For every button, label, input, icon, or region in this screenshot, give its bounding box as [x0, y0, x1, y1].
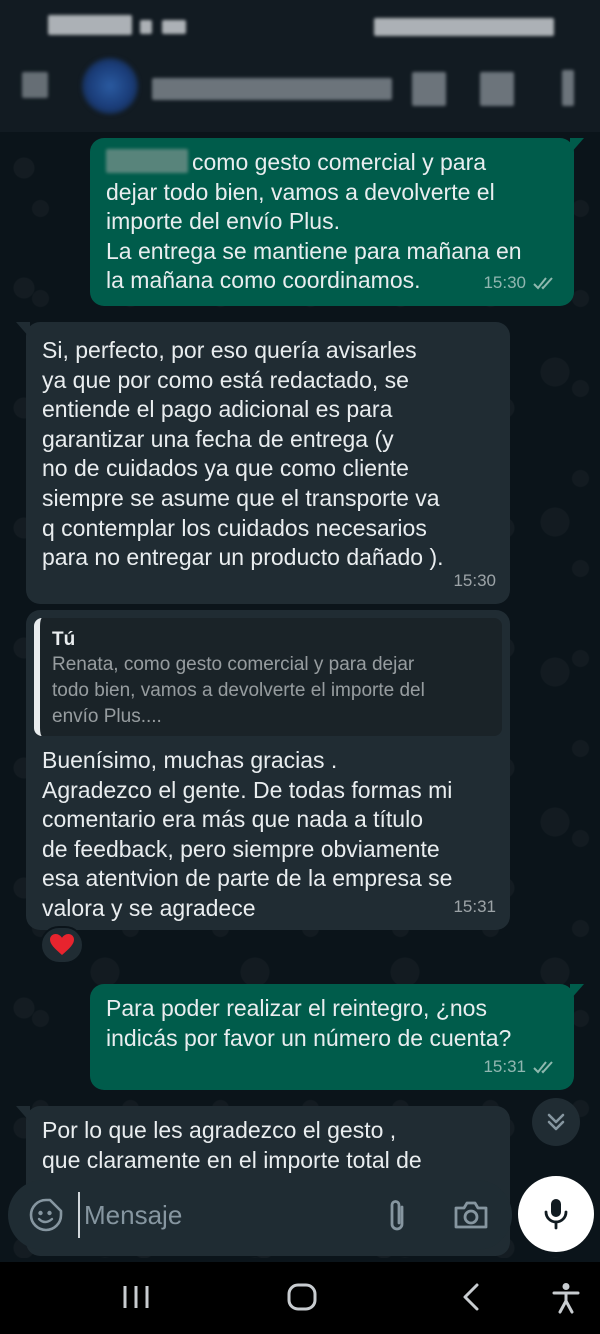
bubble-tail: [16, 322, 30, 338]
mic-icon: [544, 1199, 568, 1230]
quote-text: Renata, como gesto comercial y para deja…: [52, 654, 425, 727]
message-meta: 15:30: [453, 566, 496, 596]
chat-header: [0, 52, 600, 132]
message-text: Para poder realizar el reintegro, ¿nos i…: [106, 995, 512, 1051]
quote-author: Tú: [52, 629, 76, 650]
message-text: Buenísimo, muchas gracias . Agradezco el…: [42, 747, 453, 921]
bubble-tail: [16, 1106, 30, 1122]
message-time: 15:31: [453, 897, 496, 917]
scroll-to-bottom-button[interactable]: [532, 1098, 580, 1146]
sticker-icon[interactable]: [28, 1197, 64, 1238]
message-text: Por lo que les agradezco el gesto , que …: [42, 1117, 422, 1173]
back-arrow-icon[interactable]: [22, 72, 48, 98]
incoming-message-with-reply[interactable]: Tú Renata, como gesto comercial y para d…: [26, 610, 510, 930]
system-nav-bar: [0, 1262, 600, 1334]
heart-icon: [50, 934, 74, 955]
redacted-name: [106, 149, 188, 173]
message-time: 15:31: [483, 1057, 526, 1077]
status-bar: [0, 0, 600, 52]
status-icon-blurred: [162, 20, 186, 34]
chevron-double-down-icon: [547, 1113, 565, 1131]
back-icon[interactable]: [460, 1282, 482, 1317]
incoming-message[interactable]: Si, perfecto, por eso quería avisarles y…: [16, 322, 510, 604]
heart-reaction[interactable]: [40, 926, 84, 964]
status-icon-blurred: [140, 20, 152, 34]
camera-icon[interactable]: [452, 1197, 490, 1238]
recent-apps-icon[interactable]: [122, 1282, 150, 1317]
outgoing-message[interactable]: como gesto comercial y para dejar todo b…: [90, 138, 584, 306]
double-check-icon: [533, 277, 553, 290]
message-text: Si, perfecto, por eso quería avisarles y…: [42, 337, 444, 571]
message-meta: 15:30: [483, 268, 560, 298]
outgoing-message[interactable]: Para poder realizar el reintegro, ¿nos i…: [90, 984, 584, 1090]
contact-avatar[interactable]: [82, 58, 138, 114]
message-input[interactable]: [78, 1192, 368, 1238]
status-indicators-blurred: [374, 18, 554, 36]
message-composer[interactable]: [8, 1180, 512, 1250]
chat-area[interactable]: como gesto comercial y para dejar todo b…: [0, 132, 600, 1258]
bubble-tail: [570, 138, 584, 154]
status-time-blurred: [48, 15, 132, 35]
quoted-message[interactable]: Tú Renata, como gesto comercial y para d…: [34, 618, 502, 736]
paperclip-icon[interactable]: [382, 1197, 412, 1240]
message-meta: 15:31: [453, 892, 496, 922]
contact-name-blurred[interactable]: [152, 78, 392, 100]
double-check-icon: [533, 1061, 553, 1074]
video-call-icon[interactable]: [412, 72, 446, 106]
message-time: 15:30: [453, 571, 496, 591]
voice-call-icon[interactable]: [480, 72, 514, 106]
message-meta: 15:31: [483, 1052, 560, 1082]
bubble-tail: [570, 984, 584, 1000]
message-time: 15:30: [483, 273, 526, 293]
accessibility-icon[interactable]: [552, 1282, 580, 1319]
mic-button[interactable]: [518, 1176, 594, 1252]
more-options-icon[interactable]: [562, 70, 574, 106]
home-icon[interactable]: [286, 1282, 318, 1317]
